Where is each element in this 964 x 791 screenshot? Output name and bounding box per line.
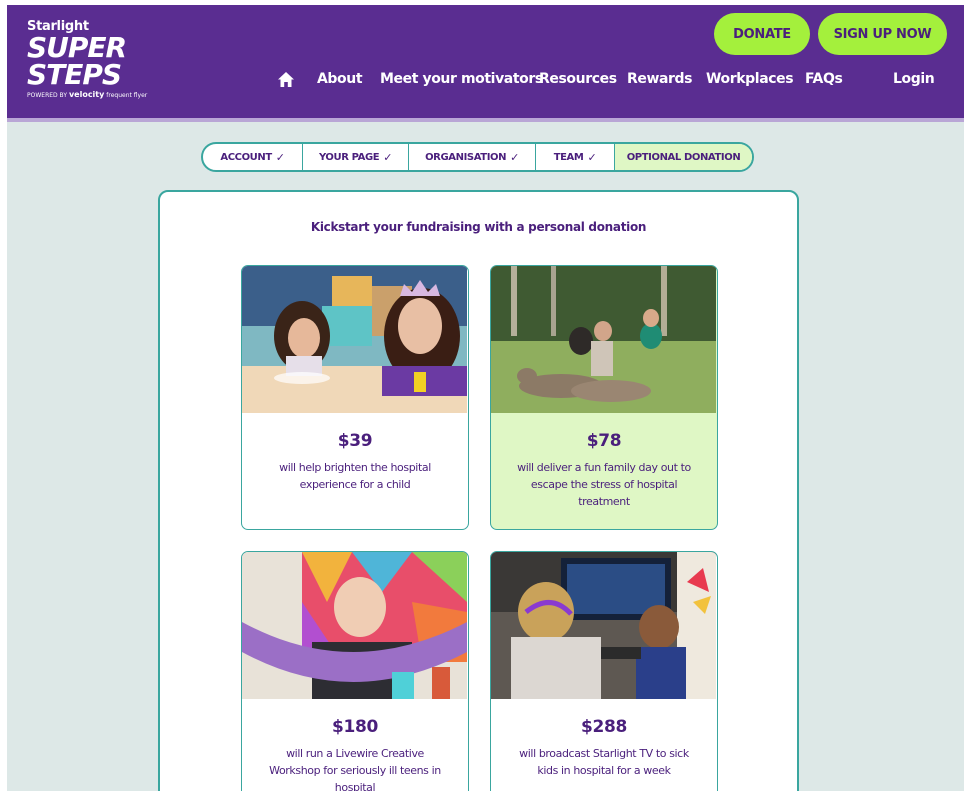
- donation-option-180[interactable]: $180 will run a Livewire Creative Worksh…: [241, 551, 469, 791]
- nav-about[interactable]: About: [317, 71, 363, 87]
- step-optional-donation[interactable]: OPTIONAL DONATION: [615, 144, 752, 170]
- card-title: Kickstart your fundraising with a person…: [310, 220, 647, 234]
- donation-option-39[interactable]: $39 will help brighten the hospital expe…: [241, 265, 469, 530]
- step-label: ORGANISATION: [425, 151, 507, 163]
- creative-workshop-photo: [242, 552, 467, 699]
- nav-resources[interactable]: Resources: [539, 71, 617, 87]
- donation-description: will help brighten the hospital experien…: [279, 461, 431, 491]
- donation-description: will run a Livewire Creative Workshop fo…: [269, 747, 441, 791]
- donation-option-288[interactable]: $288 will broadcast Starlight TV to sick…: [490, 551, 718, 791]
- frequent-flyer-text: frequent flyer: [106, 92, 148, 99]
- hospital-play-photo: [242, 266, 467, 413]
- page-frame: Starlight SUPER STEPS POWERED BY velocit…: [7, 5, 964, 791]
- nav-faqs[interactable]: FAQs: [805, 71, 843, 87]
- donation-card: Kickstart your fundraising with a person…: [158, 190, 799, 791]
- logo-line1: SUPER: [27, 31, 127, 64]
- nav-login[interactable]: Login: [893, 71, 935, 87]
- donate-button[interactable]: DONATE: [714, 13, 810, 55]
- main-nav: About Meet your motivators Resources Rew…: [7, 71, 964, 93]
- nav-meet-your-motivators[interactable]: Meet your motivators: [380, 71, 543, 87]
- check-icon: ✓: [275, 150, 285, 164]
- sign-up-now-button[interactable]: SIGN UP NOW: [818, 13, 947, 55]
- check-icon: ✓: [510, 150, 519, 164]
- donation-amount: $39: [337, 431, 373, 451]
- donation-description: will deliver a fun family day out to esc…: [517, 461, 691, 508]
- donation-amount: $78: [586, 431, 622, 451]
- site-header: Starlight SUPER STEPS POWERED BY velocit…: [7, 5, 964, 122]
- step-your-page[interactable]: YOUR PAGE ✓: [303, 144, 409, 170]
- donation-option-78[interactable]: $78 will deliver a fun family day out to…: [490, 265, 718, 530]
- donation-description: will broadcast Starlight TV to sick kids…: [519, 747, 689, 777]
- donation-amount: $288: [580, 717, 628, 737]
- nav-rewards[interactable]: Rewards: [627, 71, 693, 87]
- powered-by-text: POWERED BY: [27, 92, 68, 99]
- step-team[interactable]: TEAM ✓: [536, 144, 615, 170]
- step-label: OPTIONAL DONATION: [626, 151, 741, 163]
- starlight-tv-photo: [491, 552, 716, 699]
- step-label: YOUR PAGE: [318, 151, 380, 163]
- check-icon: ✓: [383, 150, 393, 164]
- nav-workplaces[interactable]: Workplaces: [706, 71, 794, 87]
- check-icon: ✓: [587, 150, 597, 164]
- donation-amount: $180: [331, 717, 379, 737]
- family-kangaroos-photo: [491, 266, 716, 413]
- step-organisation[interactable]: ORGANISATION ✓: [409, 144, 536, 170]
- step-label: TEAM: [553, 151, 584, 163]
- step-account[interactable]: ACCOUNT ✓: [203, 144, 303, 170]
- signup-steps-bar: ACCOUNT ✓ YOUR PAGE ✓ ORGANISATION ✓ TEAM ✓ …: [201, 142, 754, 172]
- step-label: ACCOUNT: [220, 151, 272, 163]
